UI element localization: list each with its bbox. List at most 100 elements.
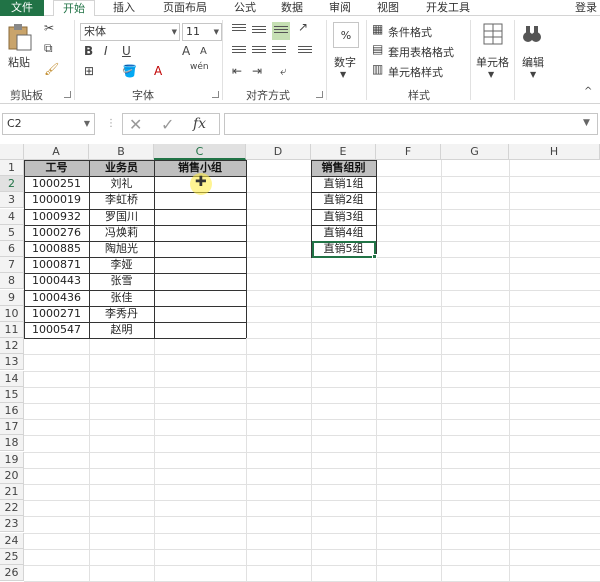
cell-employee-name[interactable]: 赵明: [89, 322, 154, 338]
row-header-25[interactable]: 25: [0, 548, 24, 565]
tab-formulas[interactable]: 公式: [226, 0, 264, 16]
collapse-ribbon-icon[interactable]: ^: [584, 86, 592, 97]
row-header-4[interactable]: 4: [0, 208, 24, 225]
italic-button[interactable]: I: [104, 44, 108, 58]
alignment-launcher-icon[interactable]: [316, 91, 323, 98]
tab-file[interactable]: 文件: [0, 0, 44, 16]
underline-button[interactable]: U: [122, 44, 131, 58]
column-header-f[interactable]: F: [376, 144, 441, 160]
phonetic-button[interactable]: wén: [190, 62, 209, 72]
row-header-19[interactable]: 19: [0, 451, 24, 468]
tab-data[interactable]: 数据: [272, 0, 312, 16]
merge-center-icon[interactable]: [298, 46, 312, 57]
cell-group[interactable]: 直销4组: [311, 225, 376, 241]
cells-button[interactable]: 单元格: [476, 54, 509, 70]
shrink-font-button[interactable]: A: [200, 46, 207, 57]
cell-employee-id[interactable]: 1000443: [24, 273, 89, 289]
row-header-9[interactable]: 9: [0, 289, 24, 306]
row-header-10[interactable]: 10: [0, 305, 24, 322]
align-left-icon[interactable]: [232, 46, 246, 57]
clipboard-launcher-icon[interactable]: [64, 91, 71, 98]
chevron-down-icon[interactable]: ▼: [530, 70, 536, 79]
cell-employee-id[interactable]: 1000871: [24, 257, 89, 273]
name-box[interactable]: C2 ▼: [2, 113, 95, 135]
cell-styles-icon[interactable]: ▥: [372, 62, 383, 76]
cell-employee-id[interactable]: 1000019: [24, 192, 89, 208]
row-header-8[interactable]: 8: [0, 273, 24, 290]
column-header-e[interactable]: E: [311, 144, 376, 160]
orientation-icon[interactable]: ↗: [298, 20, 308, 34]
editing-button[interactable]: 编辑: [522, 54, 544, 70]
cell-group[interactable]: 直销1组: [311, 176, 376, 192]
align-top-icon[interactable]: [232, 24, 246, 35]
tab-view[interactable]: 视图: [368, 0, 408, 16]
cell-employee-name[interactable]: 李娅: [89, 257, 154, 273]
row-header-3[interactable]: 3: [0, 192, 24, 209]
cut-icon[interactable]: ✂: [44, 21, 54, 35]
column-header-b[interactable]: B: [89, 144, 154, 160]
align-bottom-icon[interactable]: [272, 22, 290, 40]
cell-employee-id[interactable]: 1000271: [24, 306, 89, 322]
row-header-6[interactable]: 6: [0, 241, 24, 257]
cell-employee-name[interactable]: 冯焕莉: [89, 225, 154, 241]
format-painter-icon[interactable]: 🖌: [44, 62, 59, 76]
font-size-combo[interactable]: 11 ▼: [182, 23, 222, 41]
wrap-text-icon[interactable]: ⤶: [280, 64, 287, 79]
tab-page-layout[interactable]: 页面布局: [152, 0, 218, 16]
cancel-icon[interactable]: ✕: [129, 115, 142, 134]
column-header-a[interactable]: A: [24, 144, 89, 160]
cell-employee-id[interactable]: 1000276: [24, 225, 89, 241]
formula-input[interactable]: [224, 113, 598, 135]
cell-employee-name[interactable]: 罗国川: [89, 209, 154, 225]
row-header-20[interactable]: 20: [0, 467, 24, 484]
cell-employee-id[interactable]: 1000547: [24, 322, 89, 338]
column-header-g[interactable]: G: [441, 144, 509, 160]
align-center-icon[interactable]: [252, 46, 266, 57]
row-header-24[interactable]: 24: [0, 532, 24, 549]
number-format-button[interactable]: %: [333, 22, 359, 48]
row-header-5[interactable]: 5: [0, 224, 24, 241]
insert-function-button[interactable]: fx: [193, 116, 206, 132]
cell-employee-id[interactable]: 1000885: [24, 241, 89, 257]
cell-employee-name[interactable]: 刘礼: [89, 176, 154, 192]
fill-color-icon[interactable]: 🪣: [122, 64, 137, 78]
worksheet-grid[interactable]: ABCDEFGH 1 2 3 4 5 6 7 8 9 10 11 12 13 14 15 16 17 18 19 20…: [0, 144, 600, 582]
cell-group[interactable]: 直销3组: [311, 209, 376, 225]
row-header-18[interactable]: 18: [0, 435, 24, 452]
column-header-h[interactable]: H: [509, 144, 600, 160]
conditional-format-icon[interactable]: ▦: [372, 22, 383, 36]
cell-employee-name[interactable]: 李虹桥: [89, 192, 154, 208]
row-header-2[interactable]: 2: [0, 176, 24, 193]
cell-employee-name[interactable]: 张雪: [89, 273, 154, 289]
increase-indent-icon[interactable]: ⇥: [252, 64, 262, 78]
row-header-14[interactable]: 14: [0, 370, 24, 387]
login-link[interactable]: 登录: [572, 0, 600, 16]
row-header-11[interactable]: 11: [0, 322, 24, 338]
bold-button[interactable]: B: [84, 44, 93, 58]
row-header-7[interactable]: 7: [0, 257, 24, 274]
fill-handle[interactable]: [372, 254, 377, 260]
table-format-icon[interactable]: ▤: [372, 42, 383, 56]
tab-insert[interactable]: 插入: [104, 0, 144, 16]
expand-formula-icon[interactable]: ▼: [583, 118, 590, 128]
tab-review[interactable]: 审阅: [320, 0, 360, 16]
font-color-icon[interactable]: A: [154, 64, 162, 78]
select-all-corner[interactable]: [0, 144, 24, 160]
tab-developer[interactable]: 开发工具: [416, 0, 480, 16]
cell-employee-name[interactable]: 张佳: [89, 290, 154, 306]
chevron-down-icon[interactable]: ▼: [340, 70, 346, 79]
row-header-21[interactable]: 21: [0, 484, 24, 500]
chevron-down-icon[interactable]: ▼: [488, 70, 494, 79]
row-header-1[interactable]: 1: [0, 160, 24, 176]
grow-font-button[interactable]: A: [182, 44, 190, 58]
border-icon[interactable]: ⊞: [84, 64, 94, 78]
find-binoculars-icon[interactable]: [520, 22, 544, 46]
row-header-15[interactable]: 15: [0, 386, 24, 403]
cells-icon[interactable]: [482, 22, 504, 46]
cell-employee-id[interactable]: 1000932: [24, 209, 89, 225]
align-right-icon[interactable]: [272, 46, 286, 57]
copy-icon[interactable]: ⧉: [44, 41, 53, 56]
enter-check-icon[interactable]: ✓: [161, 115, 174, 134]
cell-group[interactable]: 直销2组: [311, 192, 376, 208]
row-header-13[interactable]: 13: [0, 354, 24, 371]
